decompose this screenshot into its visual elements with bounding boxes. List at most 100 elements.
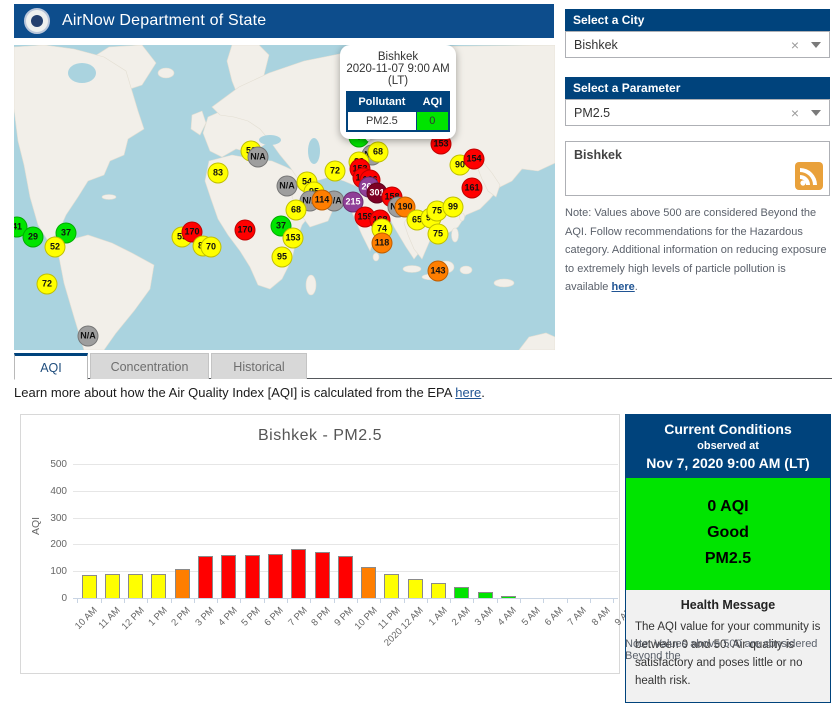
aqi-chart-card: Bishkek - PM2.5 AQI 10 AM11 AM12 PM1 PM2… bbox=[20, 414, 620, 674]
aqi-marker[interactable]: 72 bbox=[37, 274, 58, 295]
aqi-marker[interactable]: 99 bbox=[443, 197, 464, 218]
chart-x-label: 3 AM bbox=[473, 605, 496, 628]
chart-bar[interactable] bbox=[245, 555, 260, 598]
chart-bar[interactable] bbox=[268, 554, 283, 598]
city-caret-down-icon[interactable] bbox=[811, 42, 821, 48]
chart-bar[interactable] bbox=[431, 583, 446, 598]
chart-bar[interactable] bbox=[291, 549, 306, 598]
chart-x-label: 12 PM bbox=[119, 605, 146, 632]
chart-x-tick bbox=[171, 598, 172, 603]
chart-bar[interactable] bbox=[338, 556, 353, 598]
chart-x-label: 7 AM bbox=[566, 605, 589, 628]
popup-pollutant-value: PM2.5 bbox=[348, 112, 416, 130]
popup-datetime: 2020-11-07 9:00 AM bbox=[346, 63, 450, 75]
aqi-marker[interactable]: 75 bbox=[428, 224, 449, 245]
chart-x-tick bbox=[77, 598, 78, 603]
aqi-marker[interactable]: 68 bbox=[368, 142, 389, 163]
chart-bar[interactable] bbox=[478, 592, 493, 598]
aqi-marker[interactable]: N/A bbox=[78, 326, 99, 347]
chart-x-label: 11 AM bbox=[97, 605, 123, 631]
tab-concentration[interactable]: Concentration bbox=[90, 353, 209, 379]
department-of-state-seal-icon bbox=[24, 8, 50, 34]
city-clear-icon[interactable]: × bbox=[791, 37, 799, 53]
chart-x-tick bbox=[567, 598, 568, 603]
aqi-marker[interactable]: 72 bbox=[325, 161, 346, 182]
aqi-marker[interactable]: 83 bbox=[208, 163, 229, 184]
chart-x-tick bbox=[404, 598, 405, 603]
select-parameter-header: Select a Parameter bbox=[565, 77, 830, 99]
chart-x-label: 10 PM bbox=[352, 605, 379, 632]
aqi-category-banner: 0 AQI Good PM2.5 bbox=[626, 478, 830, 590]
chart-bar[interactable] bbox=[82, 575, 97, 598]
chart-bar[interactable] bbox=[198, 556, 213, 598]
chart-bar[interactable] bbox=[384, 574, 399, 598]
parameter-select[interactable]: PM2.5 × bbox=[565, 99, 830, 126]
tab-aqi[interactable]: AQI bbox=[14, 353, 88, 380]
aqi-category: Good bbox=[626, 520, 830, 546]
chart-title: Bishkek - PM2.5 bbox=[21, 427, 619, 445]
chart-x-tick bbox=[310, 598, 311, 603]
aqi-marker[interactable]: 143 bbox=[428, 261, 449, 282]
chart-gridline bbox=[73, 518, 618, 519]
popup-col-aqi: AQI bbox=[417, 93, 448, 111]
chart-plot-area: 10 AM11 AM12 PM1 PM2 PM3 PM4 PM5 PM6 PM7… bbox=[73, 464, 618, 598]
aqi-marker[interactable]: N/A bbox=[277, 176, 298, 197]
aqi-marker[interactable]: 70 bbox=[201, 237, 222, 258]
chart-x-tick bbox=[473, 598, 474, 603]
current-conditions-header: Current Conditions observed at Nov 7, 20… bbox=[626, 415, 830, 478]
parameter-caret-down-icon[interactable] bbox=[811, 110, 821, 116]
aqi-marker[interactable]: 118 bbox=[372, 233, 393, 254]
current-conditions-title: Current Conditions bbox=[630, 421, 826, 437]
chart-x-tick bbox=[124, 598, 125, 603]
sidebar-note-period: . bbox=[635, 281, 638, 293]
chart-x-tick bbox=[147, 598, 148, 603]
chart-x-tick bbox=[240, 598, 241, 603]
aqi-marker[interactable]: 154 bbox=[464, 149, 485, 170]
chart-bar[interactable] bbox=[128, 574, 143, 598]
city-select[interactable]: Bishkek × bbox=[565, 31, 830, 58]
chart-x-tick bbox=[450, 598, 451, 603]
chart-y-tick: 0 bbox=[21, 593, 67, 604]
chart-x-label: 2 AM bbox=[449, 605, 472, 628]
chart-bar[interactable] bbox=[408, 579, 423, 598]
chart-bar[interactable] bbox=[315, 552, 330, 598]
city-select-value: Bishkek bbox=[574, 38, 618, 52]
aqi-value: 0 AQI bbox=[626, 494, 830, 520]
chart-x-label: 3 PM bbox=[193, 605, 216, 628]
chart-x-tick bbox=[357, 598, 358, 603]
aqi-marker[interactable]: 29 bbox=[23, 227, 44, 248]
rss-icon[interactable] bbox=[795, 162, 823, 190]
world-map[interactable]: 4129375272N/A5517085708356N/A170N/A5495N… bbox=[14, 45, 555, 350]
chart-x-tick bbox=[520, 598, 521, 603]
chart-bar[interactable] bbox=[221, 555, 236, 598]
sidebar-note-here-link[interactable]: here bbox=[611, 281, 634, 293]
aqi-marker[interactable]: 114 bbox=[312, 190, 333, 211]
chart-x-tick bbox=[613, 598, 614, 603]
chart-y-tick: 100 bbox=[21, 566, 67, 577]
aqi-marker[interactable]: 52 bbox=[45, 237, 66, 258]
chart-bar[interactable] bbox=[454, 587, 469, 598]
aqi-marker[interactable]: 95 bbox=[272, 247, 293, 268]
chart-x-tick bbox=[590, 598, 591, 603]
popup-aqi-table: Pollutant AQI PM2.5 0 bbox=[346, 91, 450, 132]
aqi-marker[interactable]: 161 bbox=[462, 178, 483, 199]
aqi-marker[interactable]: 170 bbox=[235, 220, 256, 241]
chart-bar[interactable] bbox=[501, 596, 516, 598]
chart-bar[interactable] bbox=[175, 569, 190, 598]
tab-historical[interactable]: Historical bbox=[211, 353, 307, 379]
aqi-marker[interactable]: N/A bbox=[248, 147, 269, 168]
chart-x-label: 10 AM bbox=[73, 605, 100, 632]
aqi-marker[interactable]: 68 bbox=[286, 200, 307, 221]
chart-bar[interactable] bbox=[151, 574, 166, 598]
chart-gridline bbox=[73, 544, 618, 545]
aqi-marker[interactable]: 153 bbox=[283, 228, 304, 249]
learn-more-here-link[interactable]: here bbox=[455, 385, 481, 400]
learn-more-text: Learn more about how the Air Quality Ind… bbox=[14, 385, 485, 400]
chart-gridline bbox=[73, 491, 618, 492]
chart-bar[interactable] bbox=[105, 574, 120, 598]
chart-bar[interactable] bbox=[361, 567, 376, 598]
learn-more-period: . bbox=[481, 385, 485, 400]
chart-x-label: 8 AM bbox=[589, 605, 612, 628]
chart-x-axis-line bbox=[73, 598, 618, 599]
parameter-clear-icon[interactable]: × bbox=[791, 105, 799, 121]
